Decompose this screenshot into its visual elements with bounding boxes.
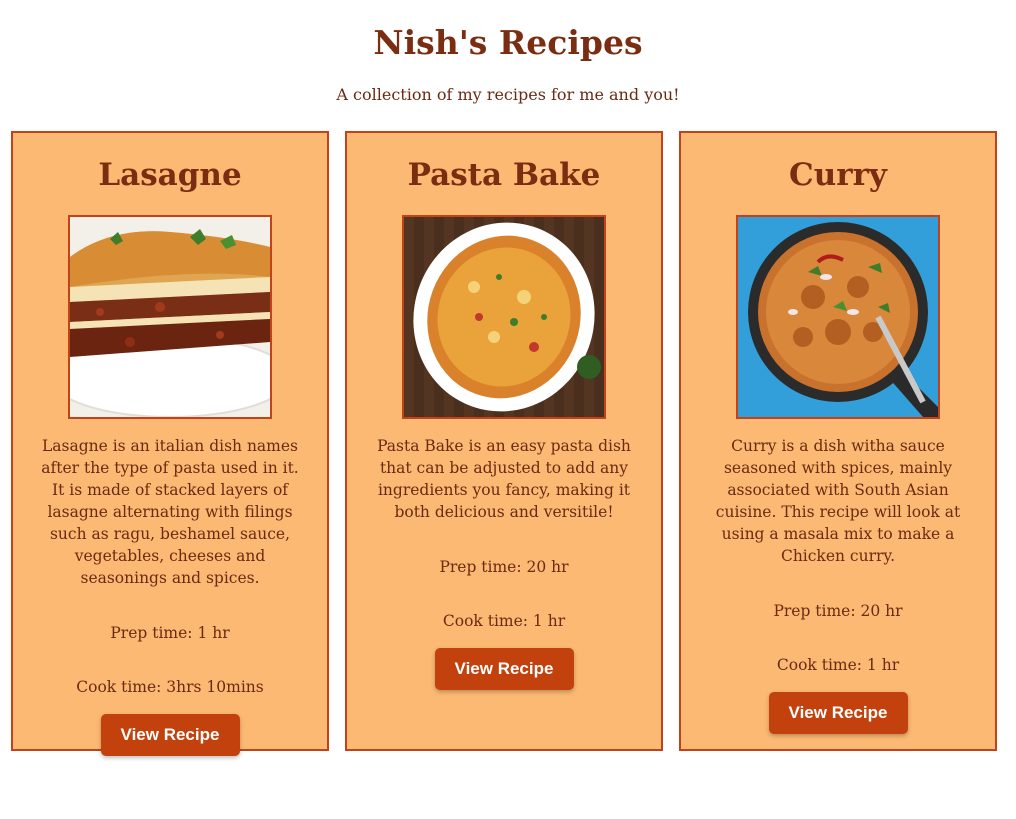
recipe-card-curry: Curry Curry is a dish witha sauce season… — [679, 131, 997, 751]
recipe-title: Curry — [789, 157, 887, 193]
recipe-cards: Lasagne Lasagne is an italian dish names… — [11, 131, 997, 756]
recipe-title: Pasta Bake — [407, 157, 601, 193]
recipe-title: Lasagne — [98, 157, 242, 193]
page-title: Nish's Recipes — [373, 23, 643, 62]
recipe-card-pasta-bake: Pasta Bake Pasta Bake is an easy pasta d… — [345, 131, 663, 751]
lasagne-photo — [68, 215, 272, 419]
view-recipe-button[interactable]: View Recipe — [434, 648, 574, 690]
prep-time: Prep time: 20 hr — [773, 602, 903, 620]
cook-time: Cook time: 3hrs 10mins — [76, 678, 264, 696]
recipe-description: Lasagne is an italian dish names after t… — [41, 437, 299, 587]
view-recipe-button[interactable]: View Recipe — [768, 692, 908, 734]
recipe-description: Pasta Bake is an easy pasta dish that ca… — [377, 437, 631, 521]
view-recipe-button[interactable]: View Recipe — [100, 714, 240, 756]
curry-photo — [736, 215, 940, 419]
prep-time: Prep time: 1 hr — [110, 624, 230, 642]
recipe-card-lasagne: Lasagne Lasagne is an italian dish names… — [11, 131, 329, 756]
pasta-bake-photo — [402, 215, 606, 419]
cook-time: Cook time: 1 hr — [776, 656, 900, 674]
prep-time: Prep time: 20 hr — [439, 558, 569, 576]
recipe-description: Curry is a dish witha sauce seasoned wit… — [715, 437, 961, 565]
page-subtitle: A collection of my recipes for me and yo… — [336, 85, 680, 104]
cook-time: Cook time: 1 hr — [442, 612, 566, 630]
